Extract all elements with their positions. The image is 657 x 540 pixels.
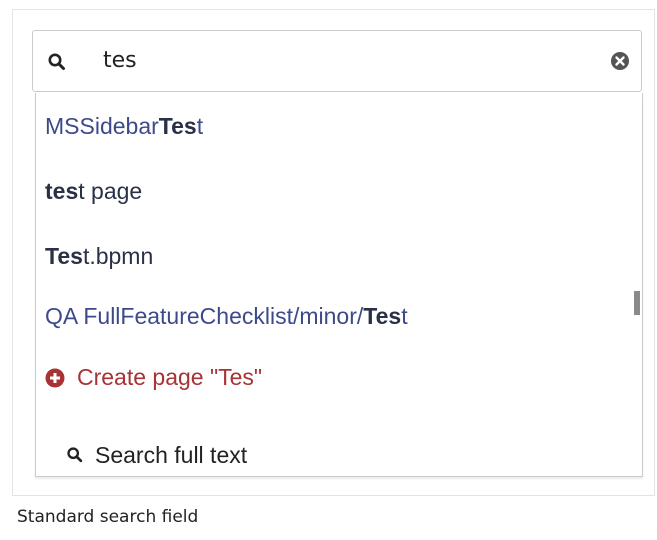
search-box[interactable] xyxy=(32,30,642,92)
create-page-link[interactable]: Create page "Tes" xyxy=(45,357,262,397)
scrollbar-thumb[interactable] xyxy=(634,291,640,315)
search-input[interactable] xyxy=(103,45,563,77)
suggestion-suffix: t.bpmn xyxy=(82,243,154,269)
suggestion-match: Tes xyxy=(363,303,402,329)
suggestion-suffix: t page xyxy=(78,178,143,204)
suggestion-item[interactable]: test page xyxy=(45,171,142,211)
plus-circle-icon xyxy=(45,368,65,388)
search-full-text-link[interactable]: Search full text xyxy=(66,435,247,475)
search-icon xyxy=(67,447,83,463)
suggestion-prefix: MSSidebar xyxy=(45,113,159,139)
caption: Standard search field xyxy=(17,507,199,527)
suggestions-dropdown: MSSidebarTest test page Test.bpmn QA Ful… xyxy=(35,93,643,477)
search-full-text-label: Search full text xyxy=(95,442,248,468)
suggestion-item[interactable]: Test.bpmn xyxy=(45,236,153,276)
suggestion-suffix: t xyxy=(196,113,204,139)
suggestion-item[interactable]: QA FullFeatureChecklist/minor/Test xyxy=(45,296,408,336)
search-icon xyxy=(48,53,65,70)
clear-icon[interactable] xyxy=(610,51,630,71)
suggestion-suffix: t xyxy=(401,303,408,329)
suggestion-match: Tes xyxy=(45,243,83,269)
suggestion-match: Tes xyxy=(158,113,197,139)
create-page-label: Create page "Tes" xyxy=(77,364,263,390)
suggestion-prefix: QA FullFeatureChecklist/minor/ xyxy=(45,303,364,329)
suggestion-item[interactable]: MSSidebarTest xyxy=(45,106,203,146)
suggestion-match: tes xyxy=(45,178,79,204)
